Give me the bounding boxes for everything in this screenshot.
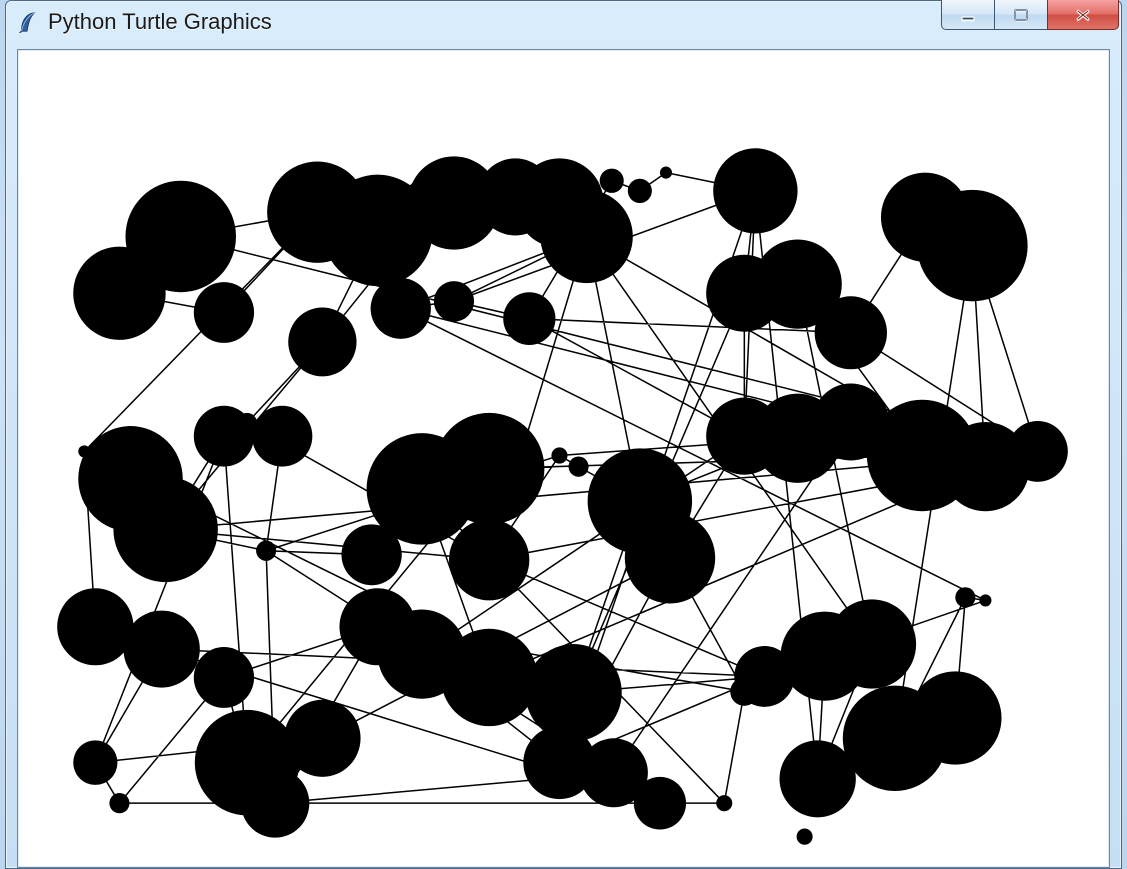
titlebar[interactable]: Python Turtle Graphics [6, 1, 1121, 43]
minimize-button[interactable] [941, 0, 995, 30]
window-title: Python Turtle Graphics [48, 9, 272, 35]
window-controls [942, 0, 1119, 30]
client-area [17, 49, 1110, 868]
maximize-button[interactable] [994, 0, 1048, 30]
application-window: Python Turtle Graphics [5, 0, 1122, 869]
close-button[interactable] [1047, 0, 1119, 30]
turtle-canvas [21, 53, 1106, 864]
feather-icon [16, 11, 38, 33]
